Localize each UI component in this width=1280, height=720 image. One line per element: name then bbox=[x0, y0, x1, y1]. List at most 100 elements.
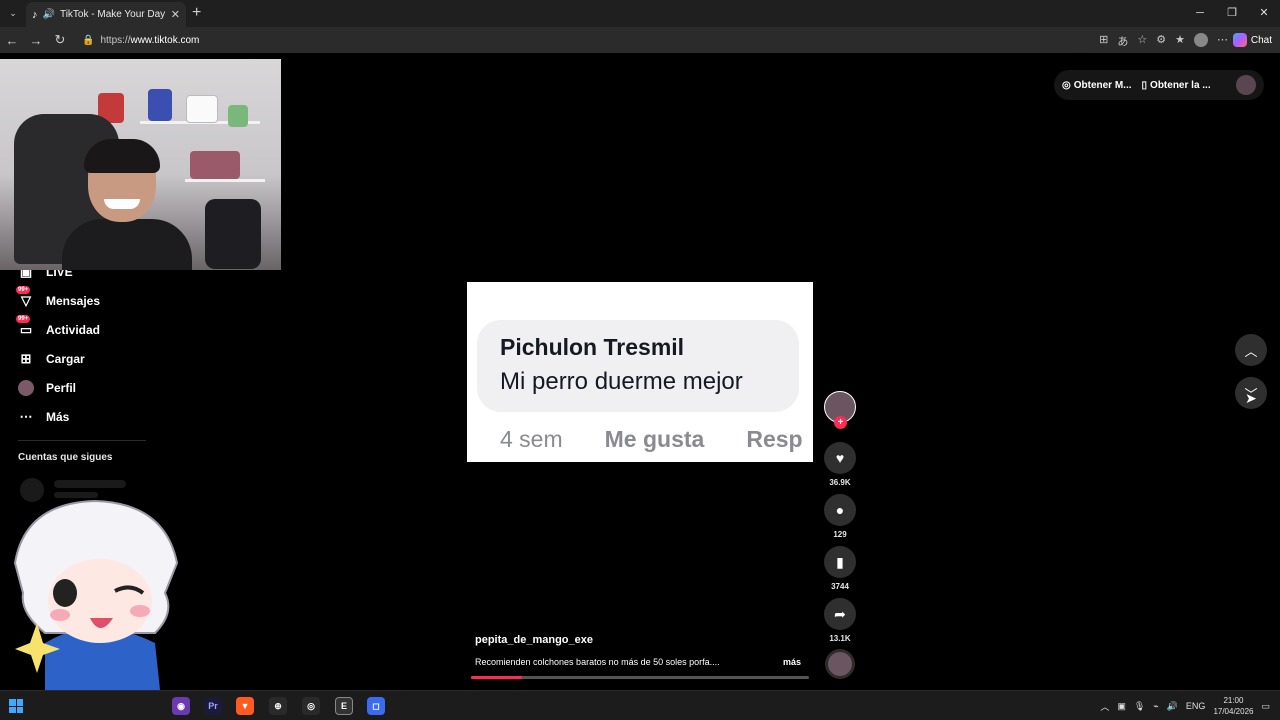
share-count: 13.1K bbox=[829, 634, 851, 643]
person-body bbox=[62, 219, 192, 270]
vtuber-eye bbox=[53, 579, 77, 607]
url-field[interactable]: 🔒 https://www.tiktok.com bbox=[78, 30, 1088, 50]
close-window-icon[interactable]: ✕ bbox=[1248, 0, 1280, 27]
music-disc[interactable] bbox=[825, 649, 855, 679]
discord-app-icon[interactable]: ◉ bbox=[172, 697, 190, 715]
notifications-icon[interactable]: ▭ bbox=[1261, 701, 1270, 712]
shelf bbox=[185, 179, 265, 182]
get-app-label: Obtener la ... bbox=[1150, 79, 1211, 91]
chat-button[interactable]: Chat bbox=[1232, 33, 1272, 47]
minimize-icon[interactable]: ─ bbox=[1184, 0, 1216, 27]
close-tab-icon[interactable]: ✕ bbox=[171, 8, 180, 21]
save-button[interactable]: ▮ 3744 bbox=[824, 546, 856, 591]
sidebar-item-more[interactable]: ⋯ Más bbox=[18, 409, 70, 425]
clock-time: 21:00 bbox=[1223, 696, 1244, 705]
phone-icon: ▯ bbox=[1141, 79, 1148, 91]
mouse-cursor: ➤ bbox=[1245, 390, 1257, 406]
figure-toy bbox=[228, 105, 248, 127]
tiktok-icon: ♪ bbox=[32, 8, 38, 21]
language-indicator[interactable]: ENG bbox=[1186, 701, 1206, 711]
speaker-icon[interactable]: 🔊 bbox=[43, 9, 55, 20]
copilot-icon bbox=[1232, 33, 1247, 47]
browser-tab-bar: ⌄ ♪ 🔊 TikTok - Make Your Day ✕ + ─ ❐ ✕ bbox=[0, 0, 1280, 27]
sidebar-item-label: Más bbox=[46, 410, 70, 424]
microphone-icon[interactable]: 🎙 bbox=[1134, 701, 1145, 712]
sidebar-item-label: Cargar bbox=[46, 352, 85, 366]
window-controls: ─ ❐ ✕ bbox=[1184, 0, 1280, 27]
address-bar: ← → ↻ 🔒 https://www.tiktok.com ⊞ あ ☆ ⚙ ★… bbox=[0, 27, 1280, 53]
vtuber-blush bbox=[50, 609, 70, 621]
video-player[interactable]: Pichulon Tresmil Mi perro duerme mejor 4… bbox=[467, 282, 813, 462]
volume-icon[interactable]: 🔊 bbox=[1167, 701, 1178, 712]
previous-video-button[interactable]: ︿ bbox=[1235, 334, 1267, 366]
share-button[interactable]: ➦ 13.1K bbox=[824, 598, 856, 643]
following-heading: Cuentas que sigues bbox=[18, 452, 113, 463]
extensions-icon[interactable]: ⚙ bbox=[1156, 33, 1166, 49]
tray-expand-icon[interactable]: ︿ bbox=[1100, 700, 1109, 713]
user-avatar[interactable] bbox=[1236, 75, 1256, 95]
forward-icon[interactable]: → bbox=[24, 33, 48, 48]
comment-age: 4 sem bbox=[500, 426, 563, 452]
roblox-app-icon[interactable]: ◻ bbox=[367, 697, 385, 715]
browser-tab[interactable]: ♪ 🔊 TikTok - Make Your Day ✕ bbox=[26, 2, 186, 27]
browser-toolbar: ⊞ あ ☆ ⚙ ★ ⋯ bbox=[1099, 33, 1228, 49]
obs-app-icon[interactable]: ◎ bbox=[302, 697, 320, 715]
back-icon[interactable]: ← bbox=[0, 33, 24, 48]
refresh-icon[interactable]: ↻ bbox=[48, 32, 72, 48]
app-icon[interactable]: ⊞ bbox=[1099, 33, 1108, 49]
maximize-icon[interactable]: ❐ bbox=[1216, 0, 1248, 27]
messages-icon: ▽ 99+ bbox=[16, 286, 31, 308]
get-coins-label: Obtener M... bbox=[1073, 79, 1132, 91]
menu-dots-icon[interactable]: ⋯ bbox=[1217, 33, 1228, 49]
chevron-up-icon: ︿ bbox=[1244, 343, 1258, 359]
get-app-button[interactable]: ▯ Obtener la ... bbox=[1142, 80, 1211, 91]
tiktok-page: ▣ LIVE ▽ 99+ Mensajes ▭ 99+ Actividad ⊞ Ca… bbox=[0, 53, 1280, 690]
windows-taskbar: ◉ Pr ▼ ⊕ ◎ E ◻ ︿ ▣ 🎙 ⌁ 🔊 ENG 21:00 17/04… bbox=[0, 690, 1280, 720]
get-coins-button[interactable]: ◎ Obtener M... bbox=[1062, 80, 1132, 91]
tray-app-icon[interactable]: ▣ bbox=[1117, 701, 1126, 712]
figure-toy bbox=[148, 89, 172, 121]
following-name-placeholder bbox=[54, 480, 126, 488]
award-plaque bbox=[186, 95, 218, 123]
browser-profile-avatar[interactable] bbox=[1194, 33, 1208, 47]
premiere-app-icon[interactable]: Pr bbox=[204, 697, 222, 715]
webcam-overlay bbox=[0, 59, 281, 270]
sidebar-divider bbox=[18, 440, 146, 441]
new-tab-icon[interactable]: + bbox=[192, 4, 201, 22]
notification-badge: 99+ bbox=[16, 286, 31, 294]
favorites-icon[interactable]: ★ bbox=[1175, 33, 1185, 49]
top-actions: ◎ Obtener M... ▯ Obtener la ... bbox=[1054, 70, 1264, 100]
sidebar-item-messages[interactable]: ▽ 99+ Mensajes bbox=[16, 286, 100, 309]
comment-author: Pichulon Tresmil bbox=[500, 334, 685, 360]
brave-app-icon[interactable]: ▼ bbox=[236, 697, 254, 715]
sidebar-item-upload[interactable]: ⊞ Cargar bbox=[18, 351, 85, 367]
clock-date: 17/04/2026 bbox=[1213, 707, 1254, 716]
system-tray: ︿ ▣ 🎙 ⌁ 🔊 ENG 21:00 17/04/2026 ▭ bbox=[1100, 691, 1270, 720]
follow-plus-icon[interactable]: + bbox=[834, 416, 847, 429]
start-icon[interactable] bbox=[9, 699, 23, 713]
coin-icon: ◎ bbox=[1062, 79, 1071, 91]
lock-icon[interactable]: 🔒 bbox=[82, 35, 94, 46]
like-button[interactable]: ♥ 36.9K bbox=[824, 442, 856, 487]
network-icon[interactable]: ⌁ bbox=[1153, 701, 1158, 712]
vtuber-blush bbox=[130, 605, 150, 617]
comment-button[interactable]: ● 129 bbox=[824, 494, 856, 539]
video-progress-bar[interactable] bbox=[471, 676, 809, 679]
tab-list-icon[interactable]: ⌄ bbox=[4, 5, 22, 23]
sidebar-item-activity[interactable]: ▭ 99+ Actividad bbox=[16, 315, 101, 338]
app-icon[interactable]: ⊕ bbox=[269, 697, 287, 715]
figure-toy bbox=[190, 151, 240, 179]
video-author[interactable]: pepita_de_mango_exe bbox=[475, 634, 593, 646]
translate-icon[interactable]: あ bbox=[1117, 33, 1128, 49]
bookmark-icon: ▮ bbox=[824, 546, 856, 578]
video-description: Recomienden colchones baratos no más de … bbox=[475, 657, 720, 667]
sidebar-item-profile[interactable]: Perfil bbox=[18, 380, 76, 396]
epic-games-app-icon[interactable]: E bbox=[335, 697, 353, 715]
sidebar-item-label: Actividad bbox=[46, 323, 101, 337]
activity-icon: ▭ 99+ bbox=[16, 315, 33, 337]
comment-like: Me gusta bbox=[604, 426, 705, 452]
person-smile bbox=[104, 199, 140, 209]
more-link[interactable]: más bbox=[783, 657, 801, 667]
clock[interactable]: 21:00 17/04/2026 bbox=[1213, 695, 1253, 717]
favorite-star-icon[interactable]: ☆ bbox=[1137, 33, 1147, 49]
